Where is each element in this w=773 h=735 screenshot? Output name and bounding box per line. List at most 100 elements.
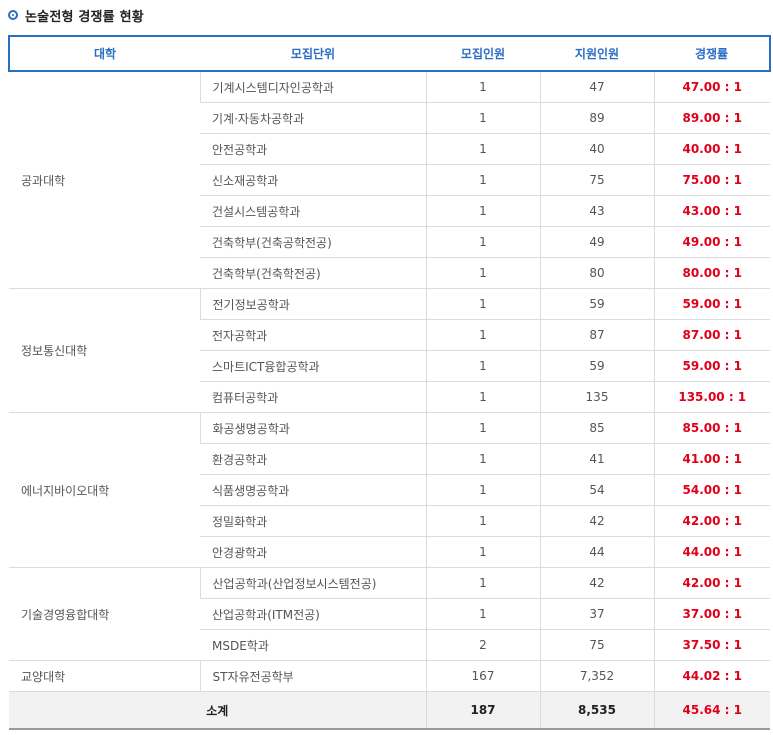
unit-cell: ST자유전공학부 (199, 660, 426, 692)
rate-cell: 47.00 : 1 (653, 71, 770, 103)
unit-cell: 건축학부(건축공학전공) (200, 226, 426, 258)
total-applicants: 8,535 (539, 691, 654, 730)
applicants-cell: 59 (539, 350, 654, 382)
quota-cell: 1 (425, 443, 540, 475)
unit-cell: 정밀화학과 (200, 505, 426, 537)
college-cell: 기술경영융합대학 (9, 567, 200, 661)
unit-cell: 건설시스템공학과 (200, 195, 426, 227)
section-title: 논술전형 경쟁률 현황 (25, 9, 144, 25)
rate-cell: 49.00 : 1 (653, 226, 770, 258)
quota-cell: 1 (425, 381, 540, 413)
header-unit: 모집단위 (200, 35, 426, 72)
applicants-cell: 43 (539, 195, 654, 227)
quota-cell: 1 (425, 567, 540, 599)
quota-cell: 1 (425, 164, 540, 196)
quota-cell: 167 (425, 660, 540, 692)
header-college: 대학 (8, 35, 200, 72)
rate-cell: 85.00 : 1 (653, 412, 770, 444)
unit-cell: 안경광학과 (200, 536, 426, 568)
rate-cell: 40.00 : 1 (653, 133, 770, 165)
rate-cell: 54.00 : 1 (653, 474, 770, 506)
section-heading: 논술전형 경쟁률 현황 (8, 6, 144, 25)
applicants-cell: 40 (539, 133, 654, 165)
unit-cell: 컴퓨터공학과 (200, 381, 426, 413)
table-header-row: 대학 모집단위 모집인원 지원인원 경쟁률 (8, 35, 771, 72)
applicants-cell: 80 (539, 257, 654, 289)
quota-cell: 1 (425, 288, 540, 320)
table-row: 에너지바이오대학 화공생명공학과 1 85 85.00 : 1 (9, 412, 770, 568)
college-cell: 정보통신대학 (9, 288, 200, 413)
unit-cell: 스마트ICT융합공학과 (200, 350, 426, 382)
applicants-cell: 75 (539, 629, 654, 661)
quota-cell: 1 (425, 133, 540, 165)
total-rate: 45.64 : 1 (653, 691, 770, 730)
quota-cell: 1 (425, 195, 540, 227)
total-label: 소계 (9, 691, 426, 730)
unit-cell: 화공생명공학과 (199, 412, 426, 444)
competition-rate-table: 대학 모집단위 모집인원 지원인원 경쟁률 공과대학 기계시스템디자인공학과 1 47… (8, 35, 771, 730)
applicants-cell: 42 (539, 505, 654, 537)
applicants-cell: 87 (539, 319, 654, 351)
rate-cell: 37.00 : 1 (653, 598, 770, 630)
applicants-cell: 44 (539, 536, 654, 568)
total-row: 소계 187 8,535 45.64 : 1 (9, 691, 770, 730)
unit-cell: 건축학부(건축학전공) (200, 257, 426, 289)
table-row: 공과대학 기계시스템디자인공학과 1 47 47.00 : 1 (9, 71, 770, 289)
applicants-cell: 37 (539, 598, 654, 630)
header-applicants: 지원인원 (540, 35, 654, 72)
rate-cell: 43.00 : 1 (653, 195, 770, 227)
rate-cell: 59.00 : 1 (653, 288, 770, 320)
applicants-cell: 85 (539, 412, 654, 444)
unit-cell: 산업공학과(산업정보시스템전공) (199, 567, 426, 599)
quota-cell: 1 (425, 102, 540, 134)
applicants-cell: 135 (539, 381, 654, 413)
rate-cell: 44.00 : 1 (653, 536, 770, 568)
table-row: 정보통신대학 전기정보공학과 1 59 59.00 : 1 (9, 288, 770, 413)
table-body: 공과대학 기계시스템디자인공학과 1 47 47.00 : 1 기계·자동차공학과 1 89 8… (9, 71, 770, 730)
quota-cell: 1 (425, 505, 540, 537)
rate-cell: 89.00 : 1 (653, 102, 770, 134)
quota-cell: 1 (425, 536, 540, 568)
unit-cell: 식품생명공학과 (200, 474, 426, 506)
applicants-cell: 59 (539, 288, 654, 320)
unit-cell: 전기정보공학과 (199, 288, 426, 320)
unit-cell: 전자공학과 (200, 319, 426, 351)
rate-cell: 37.50 : 1 (653, 629, 770, 661)
quota-cell: 1 (425, 598, 540, 630)
rate-cell: 44.02 : 1 (653, 660, 770, 692)
college-cell: 에너지바이오대학 (9, 412, 200, 568)
applicants-cell: 54 (539, 474, 654, 506)
quota-cell: 1 (425, 319, 540, 351)
rate-cell: 75.00 : 1 (653, 164, 770, 196)
applicants-cell: 75 (539, 164, 654, 196)
quota-cell: 1 (425, 257, 540, 289)
unit-cell: 신소재공학과 (200, 164, 426, 196)
quota-cell: 1 (425, 412, 540, 444)
table-row: 기술경영융합대학 산업공학과(산업정보시스템전공) 1 42 42.00 : 1 (9, 567, 770, 661)
college-cell: 교양대학 (9, 660, 200, 692)
unit-cell: 안전공학과 (200, 133, 426, 165)
unit-cell: 기계시스템디자인공학과 (199, 71, 426, 103)
applicants-cell: 41 (539, 443, 654, 475)
unit-cell: 산업공학과(ITM전공) (200, 598, 426, 630)
rate-cell: 41.00 : 1 (653, 443, 770, 475)
rate-cell: 42.00 : 1 (653, 505, 770, 537)
quota-cell: 1 (425, 226, 540, 258)
quota-cell: 1 (425, 474, 540, 506)
header-quota: 모집인원 (426, 35, 540, 72)
applicants-cell: 47 (539, 71, 654, 103)
table-row: 교양대학 ST자유전공학부 167 7,352 44.02 : 1 (9, 660, 770, 692)
applicants-cell: 7,352 (539, 660, 654, 692)
rate-cell: 59.00 : 1 (653, 350, 770, 382)
quota-cell: 1 (425, 71, 540, 103)
unit-cell: 환경공학과 (200, 443, 426, 475)
rate-cell: 135.00 : 1 (653, 381, 770, 413)
total-quota: 187 (425, 691, 540, 730)
circle-bullet-icon (8, 10, 18, 20)
rate-cell: 87.00 : 1 (653, 319, 770, 351)
applicants-cell: 42 (539, 567, 654, 599)
quota-cell: 2 (425, 629, 540, 661)
unit-cell: 기계·자동차공학과 (200, 102, 426, 134)
rate-cell: 42.00 : 1 (653, 567, 770, 599)
unit-cell: MSDE학과 (200, 629, 426, 661)
